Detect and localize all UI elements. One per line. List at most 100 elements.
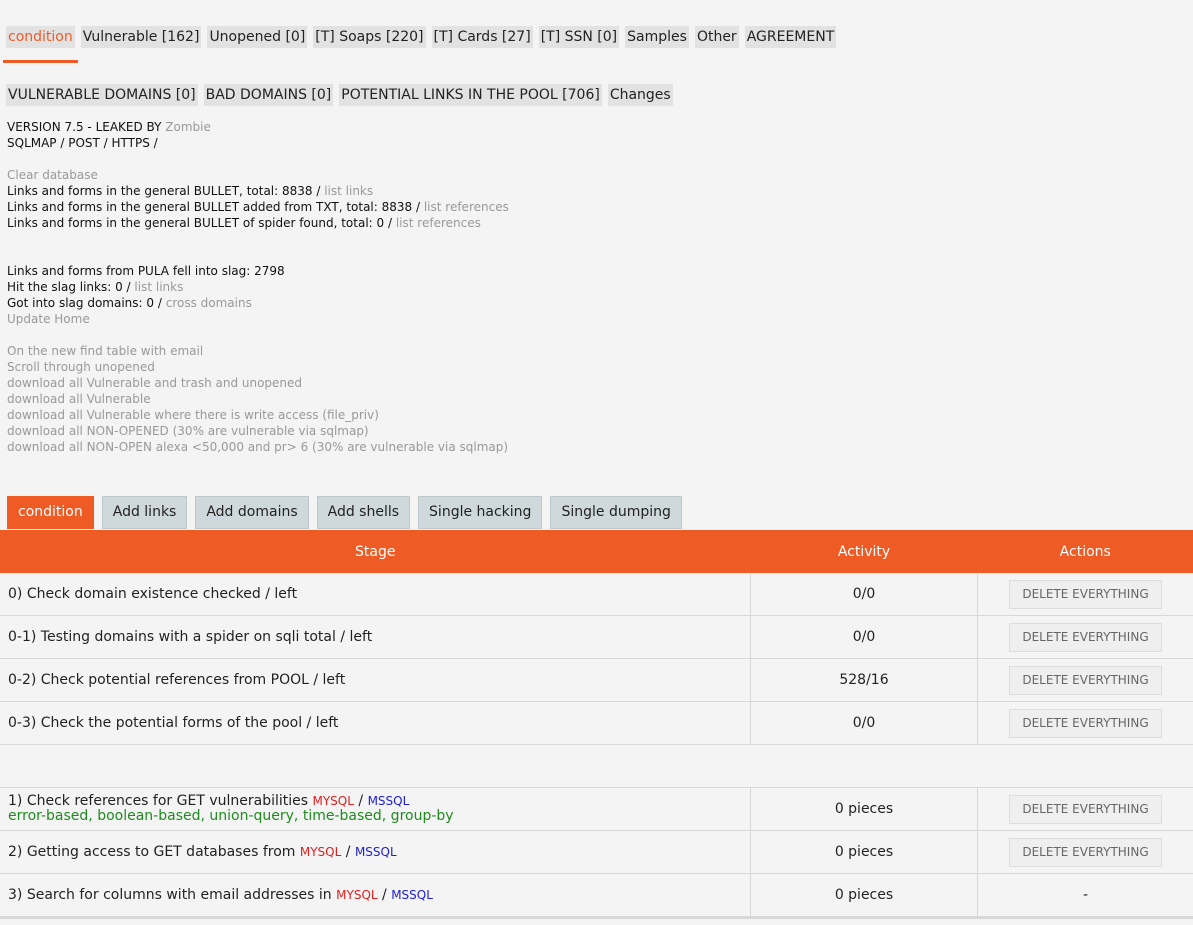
info-panel: VERSION 7.5 - LEAKED BY Zombie SQLMAP / … [7, 119, 509, 455]
table-row: 3) Search for columns with email address… [0, 873, 1193, 917]
tab-potential-links[interactable]: POTENTIAL LINKS IN THE POOL [706] [339, 84, 602, 106]
sub-tabs: VULNERABLE DOMAINS [0] BAD DOMAINS [0] P… [6, 84, 673, 106]
download-vuln-trash-link[interactable]: download all Vulnerable and trash and un… [7, 375, 509, 391]
stage-cell: 2) Getting access to GET databases from … [0, 830, 751, 874]
version-text: VERSION 7.5 - LEAKED BY [7, 120, 162, 134]
db-separator: / [345, 844, 351, 860]
actions-cell: DELETE EVERYTHING [977, 658, 1193, 702]
tab-vulnerable[interactable]: Vulnerable [162] [80, 26, 202, 48]
find-table-email-link[interactable]: On the new find table with email [7, 343, 509, 359]
tab-condition[interactable]: condition [6, 26, 75, 48]
tab-agreement[interactable]: AGREEMENT [744, 26, 837, 48]
activity-cell: 0 pieces [750, 830, 978, 874]
delete-everything-button[interactable]: DELETE EVERYTHING [1009, 579, 1162, 609]
mode-line: SQLMAP / POST / HTTPS / [7, 136, 158, 150]
stage-text: 2) Getting access to GET databases from [8, 844, 296, 860]
txt-total-text: Links and forms in the general BULLET ad… [7, 200, 421, 214]
table-row: 0-2) Check potential references from POO… [0, 658, 1193, 702]
pula-slag-line: Links and forms from PULA fell into slag… [7, 264, 285, 278]
active-tab-underline [3, 60, 78, 63]
list-references-link[interactable]: list references [424, 200, 509, 214]
version-line: VERSION 7.5 - LEAKED BY Zombie [7, 119, 509, 135]
txt-total-line: Links and forms in the general BULLET ad… [7, 199, 509, 215]
download-non-opened-link[interactable]: download all NON-OPENED (30% are vulnera… [7, 423, 509, 439]
bottom-divider [0, 917, 1193, 919]
activity-cell: 0/0 [750, 701, 978, 745]
activity-cell: 0/0 [750, 573, 978, 616]
table-row: 0) Check domain existence checked / left… [0, 573, 1193, 616]
spider-total-line: Links and forms in the general BULLET of… [7, 215, 509, 231]
mysql-link[interactable]: MYSQL [313, 794, 354, 808]
mssql-link[interactable]: MSSQL [355, 845, 397, 859]
general-total-line: Links and forms in the general BULLET, t… [7, 183, 509, 199]
activity-cell: 528/16 [750, 658, 978, 702]
delete-everything-button[interactable]: DELETE EVERYTHING [1009, 837, 1162, 867]
activity-cell: 0 pieces [750, 787, 978, 831]
db-separator: / [382, 887, 387, 903]
download-vuln-write-link[interactable]: download all Vulnerable where there is w… [7, 407, 509, 423]
author-link[interactable]: Zombie [165, 120, 211, 134]
delete-everything-button[interactable]: DELETE EVERYTHING [1009, 622, 1162, 652]
stage-text: 1) Check references for GET vulnerabilit… [8, 793, 309, 809]
stage-text: 3) Search for columns with email address… [8, 887, 332, 903]
actions-cell: - [977, 873, 1193, 917]
hit-slag-text: Hit the slag links: 0 / [7, 280, 131, 294]
stage-cell: 1) Check references for GET vulnerabilit… [0, 787, 751, 831]
activity-cell: 0/0 [750, 615, 978, 659]
slag-list-links-link[interactable]: list links [134, 280, 183, 294]
general-total-text: Links and forms in the general BULLET, t… [7, 184, 321, 198]
action-tabs: condition Add links Add domains Add shel… [7, 496, 682, 529]
delete-everything-button[interactable]: DELETE EVERYTHING [1009, 665, 1162, 695]
tab-bad-domains[interactable]: BAD DOMAINS [0] [203, 84, 334, 106]
tab-other[interactable]: Other [694, 26, 739, 48]
stage-cell: 0-3) Check the potential forms of the po… [0, 701, 751, 745]
single-hacking-button[interactable]: Single hacking [418, 496, 543, 529]
tab-soaps[interactable]: [T] Soaps [220] [313, 26, 426, 48]
activity-cell: 0 pieces [750, 873, 978, 917]
stage-cell: 0-2) Check potential references from POO… [0, 658, 751, 702]
cross-domains-link[interactable]: cross domains [166, 296, 252, 310]
mysql-link[interactable]: MYSQL [300, 845, 341, 859]
mssql-link[interactable]: MSSQL [391, 888, 433, 902]
techniques-text: error-based, boolean-based, union-query,… [8, 808, 454, 824]
tab-changes[interactable]: Changes [607, 84, 673, 106]
download-non-open-alexa-link[interactable]: download all NON-OPEN alexa <50,000 and … [7, 439, 509, 455]
delete-everything-button[interactable]: DELETE EVERYTHING [1009, 794, 1162, 824]
top-tabs: condition Vulnerable [162] Unopened [0] … [6, 26, 837, 48]
add-shells-button[interactable]: Add shells [316, 496, 411, 529]
clear-database-link[interactable]: Clear database [7, 167, 509, 183]
download-vuln-link[interactable]: download all Vulnerable [7, 391, 509, 407]
table-header-row: Stage Activity Actions [0, 530, 1193, 573]
actions-cell: DELETE EVERYTHING [977, 615, 1193, 659]
tab-cards[interactable]: [T] Cards [27] [431, 26, 533, 48]
mssql-link[interactable]: MSSQL [368, 794, 410, 808]
single-dumping-button[interactable]: Single dumping [550, 496, 682, 529]
stage-table: Stage Activity Actions 0) Check domain e… [0, 530, 1193, 917]
hit-slag-line: Hit the slag links: 0 / list links [7, 279, 509, 295]
update-home-link[interactable]: Update Home [7, 311, 509, 327]
list-links-link[interactable]: list links [324, 184, 373, 198]
mysql-link[interactable]: MYSQL [336, 888, 377, 902]
table-spacer-row [0, 744, 1193, 788]
spacer-cell [0, 744, 1193, 788]
tab-unopened[interactable]: Unopened [0] [207, 26, 308, 48]
header-activity: Activity [750, 530, 978, 573]
actions-cell: DELETE EVERYTHING [977, 830, 1193, 874]
actions-cell: DELETE EVERYTHING [977, 701, 1193, 745]
add-domains-button[interactable]: Add domains [195, 496, 309, 529]
scroll-unopened-link[interactable]: Scroll through unopened [7, 359, 509, 375]
stage-cell: 0-1) Testing domains with a spider on sq… [0, 615, 751, 659]
condition-button[interactable]: condition [7, 496, 94, 529]
add-links-button[interactable]: Add links [101, 496, 188, 529]
slag-domains-line: Got into slag domains: 0 / cross domains [7, 295, 509, 311]
tab-samples[interactable]: Samples [625, 26, 689, 48]
tab-ssn[interactable]: [T] SSN [0] [538, 26, 620, 48]
delete-everything-button[interactable]: DELETE EVERYTHING [1009, 708, 1162, 738]
table-row: 1) Check references for GET vulnerabilit… [0, 787, 1193, 831]
table-row: 2) Getting access to GET databases from … [0, 830, 1193, 874]
header-stage: Stage [0, 530, 751, 573]
spider-list-references-link[interactable]: list references [396, 216, 481, 230]
tab-vulnerable-domains[interactable]: VULNERABLE DOMAINS [0] [6, 84, 198, 106]
table-row: 0-1) Testing domains with a spider on sq… [0, 615, 1193, 659]
db-separator: / [358, 793, 364, 809]
